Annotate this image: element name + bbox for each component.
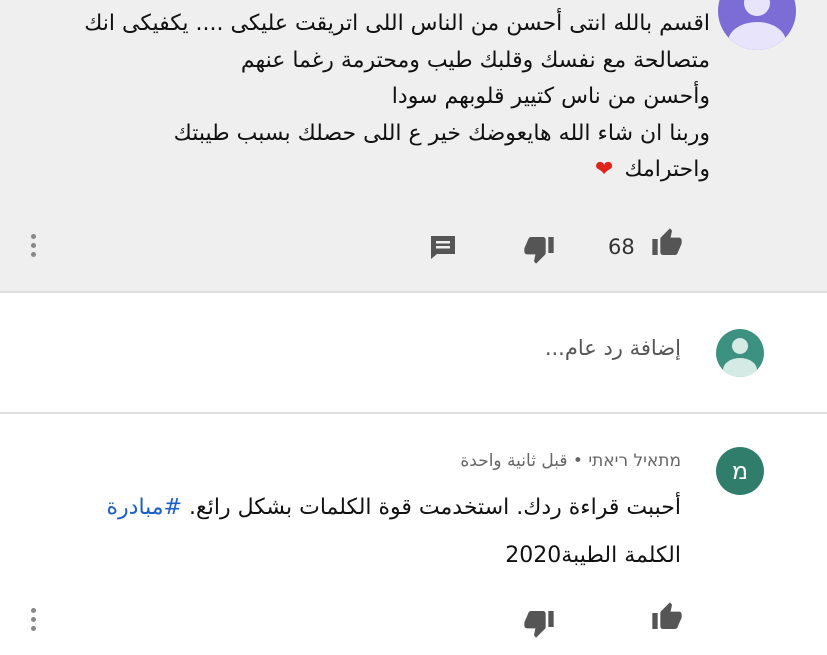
comment-text: أحببت قراءة ردك. استخدمت قوة الكلمات بشك… bbox=[189, 495, 681, 520]
avatar-head bbox=[732, 338, 748, 354]
avatar-torso bbox=[728, 22, 786, 50]
timestamp: قبل ثانية واحدة bbox=[460, 451, 568, 471]
comment-text: الكلمة الطيبة2020 bbox=[505, 543, 681, 568]
comment-line: وأحسن من ناس كتيير قلوبهم سودا bbox=[391, 84, 710, 109]
avatar-head bbox=[744, 0, 770, 16]
author-name[interactable]: מתאיל ריאתי bbox=[588, 451, 681, 471]
heart-emoji: ❤ bbox=[595, 157, 614, 182]
comment-line: واحترامك ❤ bbox=[10, 152, 710, 189]
comment-line: اقسم بالله انتى أحسن من الناس اللى اتريق… bbox=[84, 11, 710, 36]
comment-line: متصالحة مع نفسك وقلبك طيب ومحترمة رغما ع… bbox=[240, 47, 710, 73]
comment-1-text: اقسم بالله انتى أحسن من الناس اللى اتريق… bbox=[10, 6, 710, 189]
more-vert-icon[interactable] bbox=[28, 230, 38, 260]
divider bbox=[0, 291, 827, 293]
divider bbox=[0, 412, 827, 414]
thumbs-up-icon[interactable] bbox=[650, 226, 684, 260]
thumbs-down-icon[interactable] bbox=[522, 606, 556, 640]
comment-line: وربنا ان شاء الله هايعوضك خير ع اللى حصل… bbox=[173, 120, 710, 146]
more-vert-icon[interactable] bbox=[28, 604, 38, 634]
comment-icon[interactable] bbox=[427, 232, 459, 262]
like-count: 68 bbox=[608, 235, 635, 259]
reply-input[interactable]: إضافة رد عام... bbox=[545, 336, 681, 360]
author-avatar[interactable] bbox=[718, 0, 796, 50]
comment-line-text: واحترامك bbox=[624, 157, 710, 182]
thumbs-up-icon[interactable] bbox=[650, 600, 684, 634]
avatar-torso bbox=[723, 358, 757, 377]
meta-separator: • bbox=[572, 451, 583, 471]
comment-meta: מתאיל ריאתי • قبل ثانية واحدة bbox=[460, 451, 681, 471]
author-avatar[interactable]: מ bbox=[716, 447, 764, 495]
user-avatar bbox=[716, 329, 764, 377]
hashtag-link[interactable]: #مبادرة bbox=[107, 495, 183, 520]
thumbs-down-icon[interactable] bbox=[522, 232, 556, 266]
comment-2-text: أحببت قراءة ردك. استخدمت قوة الكلمات بشك… bbox=[101, 484, 681, 580]
